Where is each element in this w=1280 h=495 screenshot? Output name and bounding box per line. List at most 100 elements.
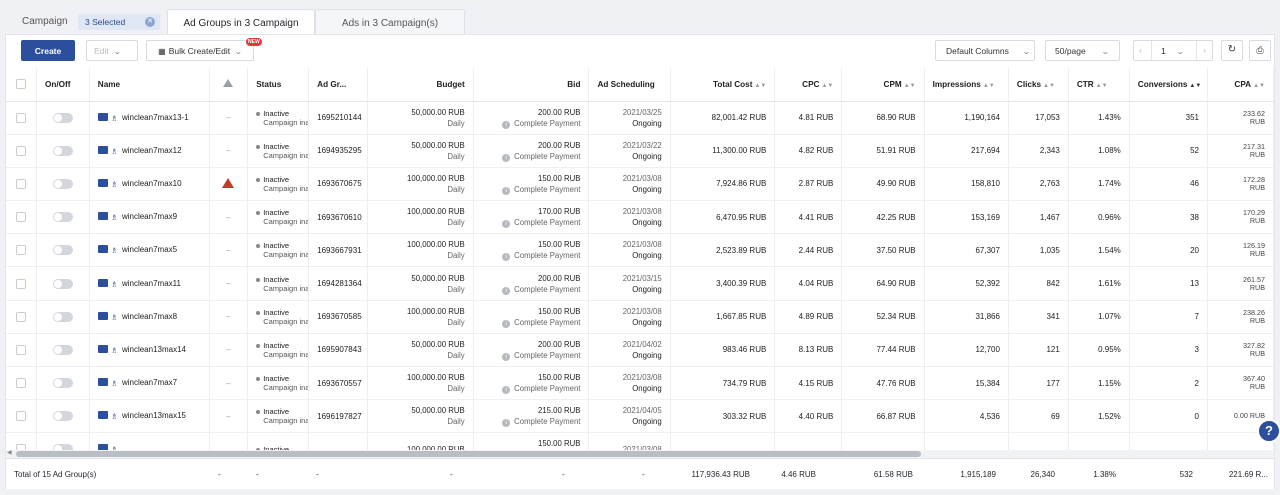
- col-cpa[interactable]: CPA ▲▼: [1207, 68, 1274, 102]
- per-page-select[interactable]: 50/page ⌄: [1045, 40, 1120, 61]
- select-all-checkbox[interactable]: [15, 79, 26, 90]
- budget-value[interactable]: 100,000.00 RUB: [376, 306, 465, 317]
- status-toggle[interactable]: [52, 112, 73, 123]
- col-bid[interactable]: Bid: [473, 68, 590, 102]
- budget-value[interactable]: 50,000.00 RUB: [376, 107, 464, 118]
- export-button[interactable]: ⎙: [1249, 40, 1271, 61]
- ad-group-name-link[interactable]: winclean13max15: [122, 411, 186, 420]
- sort-icon[interactable]: ▲▼: [983, 83, 995, 89]
- tab-campaign[interactable]: Campaign: [22, 16, 68, 27]
- ad-group-name-link[interactable]: winclean7max10: [122, 179, 182, 188]
- horizontal-scrollbar[interactable]: ◀: [6, 450, 1274, 458]
- ad-group-name-link[interactable]: winclean13max14: [122, 345, 186, 354]
- scrollbar-thumb[interactable]: [16, 451, 921, 457]
- col-total-cost[interactable]: Total Cost ▲▼: [670, 68, 776, 102]
- row-checkbox[interactable]: [15, 212, 26, 223]
- col-cpm[interactable]: CPM ▲▼: [841, 68, 925, 102]
- bid-value[interactable]: 150.00 RUB: [482, 239, 580, 250]
- budget-value[interactable]: 50,000.00 RUB: [376, 140, 464, 151]
- ad-group-name-link[interactable]: winclean7max7: [122, 378, 177, 387]
- col-ctr[interactable]: CTR ▲▼: [1068, 68, 1130, 102]
- row-checkbox[interactable]: [15, 278, 26, 289]
- col-scheduling[interactable]: Ad Scheduling: [588, 68, 671, 102]
- budget-value[interactable]: 100,000.00 RUB: [376, 206, 465, 217]
- row-checkbox[interactable]: [15, 311, 26, 322]
- help-button[interactable]: ?: [1257, 419, 1280, 443]
- bid-value[interactable]: 215.00 RUB: [482, 405, 580, 416]
- table-row[interactable]: ♗ winclean7max5 – InactiveCampaign inactive…: [6, 233, 1274, 268]
- ad-group-name-link[interactable]: winclean7max9: [122, 212, 177, 221]
- status-toggle[interactable]: [52, 212, 73, 223]
- status-toggle[interactable]: [52, 145, 73, 156]
- refresh-button[interactable]: ↻: [1221, 40, 1243, 61]
- status-toggle[interactable]: [52, 178, 73, 189]
- bid-value[interactable]: 150.00 RUB: [482, 173, 580, 184]
- ad-group-name-link[interactable]: winclean7max5: [122, 245, 177, 254]
- sort-icon[interactable]: ▲▼: [1189, 83, 1201, 89]
- bid-value[interactable]: 200.00 RUB: [482, 140, 580, 151]
- table-row[interactable]: ♗ winclean7max8 – InactiveCampaign inactive…: [6, 300, 1274, 334]
- col-adgroup-id[interactable]: Ad Gr...: [308, 68, 369, 102]
- budget-value[interactable]: 100,000.00 RUB: [376, 239, 465, 250]
- sort-icon[interactable]: ▲▼: [754, 83, 766, 89]
- sort-icon[interactable]: ▲▼: [1253, 83, 1265, 89]
- selected-campaigns-pill[interactable]: 3 Selected ✕: [78, 14, 160, 30]
- bulk-create-edit-button[interactable]: ▦ Bulk Create/Edit ⌄: [146, 40, 254, 61]
- table-row[interactable]: ♗ Inactive 100,000.00 RUB150.00 RUBi2021/0…: [6, 432, 1274, 450]
- warning-icon[interactable]: [222, 177, 235, 188]
- status-toggle[interactable]: [52, 245, 73, 256]
- table-row[interactable]: ♗ winclean7max12 – InactiveCampaign inactiv…: [6, 134, 1274, 168]
- page-number-select[interactable]: 1 ⌄: [1151, 41, 1197, 60]
- table-row[interactable]: ♗ winclean13max14 – InactiveCampaign inacti…: [6, 333, 1274, 368]
- col-name[interactable]: Name: [89, 68, 210, 102]
- budget-value[interactable]: 50,000.00 RUB: [376, 339, 464, 350]
- col-clicks[interactable]: Clicks ▲▼: [1008, 68, 1069, 102]
- ad-group-name-link[interactable]: winclean7max12: [122, 146, 182, 155]
- budget-value[interactable]: 50,000.00 RUB: [376, 273, 464, 284]
- table-row[interactable]: ♗ winclean7max11 – InactiveCampaign inactiv…: [6, 266, 1274, 301]
- sort-icon[interactable]: ▲▼: [1096, 83, 1108, 89]
- col-cpc[interactable]: CPC ▲▼: [774, 68, 843, 102]
- next-page-icon[interactable]: ›: [1203, 45, 1206, 55]
- bid-value[interactable]: 200.00 RUB: [482, 107, 580, 118]
- table-row[interactable]: ♗ winclean13max15 – InactiveCampaign inacti…: [6, 399, 1274, 434]
- status-toggle[interactable]: [52, 411, 73, 422]
- row-checkbox[interactable]: [15, 245, 26, 256]
- ad-group-name-link[interactable]: winclean7max11: [122, 279, 181, 288]
- tab-ads[interactable]: Ads in 3 Campaign(s): [315, 9, 465, 35]
- bid-value[interactable]: 150.00 RUB: [482, 438, 580, 449]
- bid-value[interactable]: 200.00 RUB: [482, 273, 580, 284]
- status-toggle[interactable]: [52, 344, 73, 355]
- clear-selection-icon[interactable]: ✕: [145, 17, 155, 27]
- col-status[interactable]: Status: [247, 68, 310, 102]
- table-row[interactable]: ♗ winclean7max10 InactiveCampaign inactive…: [6, 167, 1274, 202]
- tab-ad-groups[interactable]: Ad Groups in 3 Campaign: [167, 9, 315, 36]
- sort-icon[interactable]: ▲▼: [1043, 83, 1055, 89]
- columns-select[interactable]: Default Columns ⌄: [935, 40, 1035, 61]
- table-row[interactable]: ♗ winclean7max7 – InactiveCampaign inactive…: [6, 366, 1274, 401]
- status-toggle[interactable]: [52, 378, 73, 389]
- edit-button[interactable]: Edit ⌄: [86, 40, 138, 61]
- row-checkbox[interactable]: [15, 344, 26, 355]
- col-budget[interactable]: Budget: [367, 68, 474, 102]
- bid-value[interactable]: 150.00 RUB: [482, 372, 580, 383]
- sort-icon[interactable]: ▲▼: [904, 83, 916, 89]
- prev-page-icon[interactable]: ‹: [1139, 45, 1142, 55]
- row-checkbox[interactable]: [15, 378, 26, 389]
- status-toggle[interactable]: [52, 278, 73, 289]
- ad-group-name-link[interactable]: winclean7max13-1: [122, 113, 189, 122]
- table-row[interactable]: ♗ winclean7max13-1 – InactiveCampaign inact…: [6, 101, 1274, 135]
- row-checkbox[interactable]: [15, 411, 26, 422]
- col-impressions[interactable]: Impressions ▲▼: [924, 68, 1009, 102]
- table-row[interactable]: ♗ winclean7max9 – InactiveCampaign inactive…: [6, 200, 1274, 235]
- col-conversions[interactable]: Conversions ▲▼: [1129, 68, 1208, 102]
- row-checkbox[interactable]: [15, 178, 26, 189]
- row-checkbox[interactable]: [15, 145, 26, 156]
- bid-value[interactable]: 200.00 RUB: [482, 339, 580, 350]
- sort-icon[interactable]: ▲▼: [821, 83, 833, 89]
- bid-value[interactable]: 150.00 RUB: [482, 306, 580, 317]
- create-button[interactable]: Create: [21, 40, 75, 61]
- budget-value[interactable]: 50,000.00 RUB: [376, 405, 464, 416]
- scroll-left-icon[interactable]: ◀: [7, 449, 12, 456]
- ad-group-name-link[interactable]: winclean7max8: [122, 312, 177, 321]
